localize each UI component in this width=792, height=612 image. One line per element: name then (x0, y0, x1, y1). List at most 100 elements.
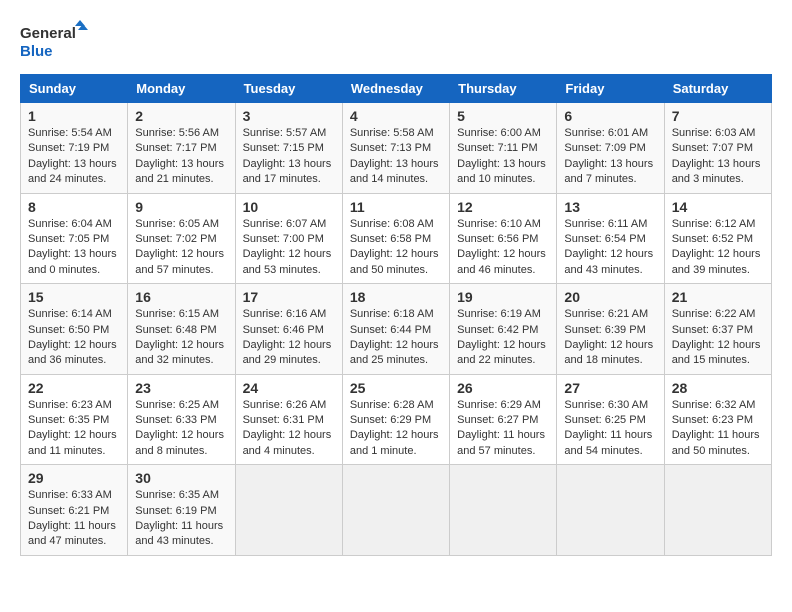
cell-text: Sunrise: 6:10 AM Sunset: 6:56 PM Dayligh… (457, 217, 549, 279)
day-number: 6 (564, 108, 656, 124)
day-number: 12 (457, 199, 549, 215)
day-number: 17 (243, 289, 335, 305)
cell-text: Sunrise: 6:12 AM Sunset: 6:52 PM Dayligh… (672, 217, 764, 279)
day-number: 5 (457, 108, 549, 124)
calendar-cell: 19 Sunrise: 6:19 AM Sunset: 6:42 PM Dayli… (450, 284, 557, 375)
calendar-cell: 14 Sunrise: 6:12 AM Sunset: 6:52 PM Dayli… (664, 193, 771, 284)
day-number: 30 (135, 470, 227, 486)
day-number: 8 (28, 199, 120, 215)
day-number: 15 (28, 289, 120, 305)
cell-text: Sunrise: 6:28 AM Sunset: 6:29 PM Dayligh… (350, 398, 442, 460)
calendar-week-row: 15 Sunrise: 6:14 AM Sunset: 6:50 PM Dayli… (21, 284, 772, 375)
cell-text: Sunrise: 6:03 AM Sunset: 7:07 PM Dayligh… (672, 126, 764, 188)
day-number: 11 (350, 199, 442, 215)
cell-text: Sunrise: 6:01 AM Sunset: 7:09 PM Dayligh… (564, 126, 656, 188)
col-header-wednesday: Wednesday (342, 75, 449, 103)
day-number: 24 (243, 380, 335, 396)
calendar-cell: 5 Sunrise: 6:00 AM Sunset: 7:11 PM Daylig… (450, 103, 557, 194)
calendar-cell: 7 Sunrise: 6:03 AM Sunset: 7:07 PM Daylig… (664, 103, 771, 194)
cell-text: Sunrise: 6:35 AM Sunset: 6:19 PM Dayligh… (135, 488, 227, 550)
cell-text: Sunrise: 5:58 AM Sunset: 7:13 PM Dayligh… (350, 126, 442, 188)
day-number: 23 (135, 380, 227, 396)
logo: General Blue (20, 20, 90, 64)
day-number: 7 (672, 108, 764, 124)
calendar-cell (342, 465, 449, 556)
svg-text:General: General (20, 25, 76, 42)
cell-text: Sunrise: 6:05 AM Sunset: 7:02 PM Dayligh… (135, 217, 227, 279)
cell-text: Sunrise: 6:07 AM Sunset: 7:00 PM Dayligh… (243, 217, 335, 279)
day-number: 1 (28, 108, 120, 124)
day-number: 9 (135, 199, 227, 215)
cell-text: Sunrise: 6:11 AM Sunset: 6:54 PM Dayligh… (564, 217, 656, 279)
col-header-monday: Monday (128, 75, 235, 103)
cell-text: Sunrise: 6:32 AM Sunset: 6:23 PM Dayligh… (672, 398, 764, 460)
logo-svg: General Blue (20, 20, 90, 64)
cell-text: Sunrise: 6:15 AM Sunset: 6:48 PM Dayligh… (135, 307, 227, 369)
calendar-cell: 21 Sunrise: 6:22 AM Sunset: 6:37 PM Dayli… (664, 284, 771, 375)
calendar-week-row: 1 Sunrise: 5:54 AM Sunset: 7:19 PM Daylig… (21, 103, 772, 194)
calendar-cell: 29Sunrise: 6:33 AM Sunset: 6:21 PM Dayli… (21, 465, 128, 556)
day-number: 22 (28, 380, 120, 396)
cell-text: Sunrise: 6:00 AM Sunset: 7:11 PM Dayligh… (457, 126, 549, 188)
calendar-cell: 24 Sunrise: 6:26 AM Sunset: 6:31 PM Dayli… (235, 374, 342, 465)
cell-text: Sunrise: 5:56 AM Sunset: 7:17 PM Dayligh… (135, 126, 227, 188)
day-number: 10 (243, 199, 335, 215)
cell-text: Sunrise: 6:16 AM Sunset: 6:46 PM Dayligh… (243, 307, 335, 369)
col-header-friday: Friday (557, 75, 664, 103)
day-number: 28 (672, 380, 764, 396)
day-number: 25 (350, 380, 442, 396)
calendar-cell: 9 Sunrise: 6:05 AM Sunset: 7:02 PM Daylig… (128, 193, 235, 284)
calendar-cell: 10 Sunrise: 6:07 AM Sunset: 7:00 PM Dayli… (235, 193, 342, 284)
day-number: 18 (350, 289, 442, 305)
day-number: 2 (135, 108, 227, 124)
day-number: 14 (672, 199, 764, 215)
calendar-week-row: 8Sunrise: 6:04 AM Sunset: 7:05 PM Daylig… (21, 193, 772, 284)
col-header-thursday: Thursday (450, 75, 557, 103)
cell-text: Sunrise: 6:18 AM Sunset: 6:44 PM Dayligh… (350, 307, 442, 369)
calendar-cell: 3Sunrise: 5:57 AM Sunset: 7:15 PM Daylig… (235, 103, 342, 194)
page-header: General Blue (20, 20, 772, 64)
cell-text: Sunrise: 6:29 AM Sunset: 6:27 PM Dayligh… (457, 398, 549, 460)
cell-text: Sunrise: 6:14 AM Sunset: 6:50 PM Dayligh… (28, 307, 120, 369)
calendar-cell: 27 Sunrise: 6:30 AM Sunset: 6:25 PM Dayli… (557, 374, 664, 465)
cell-text: Sunrise: 6:22 AM Sunset: 6:37 PM Dayligh… (672, 307, 764, 369)
cell-text: Sunrise: 6:30 AM Sunset: 6:25 PM Dayligh… (564, 398, 656, 460)
cell-text: Sunrise: 6:23 AM Sunset: 6:35 PM Dayligh… (28, 398, 120, 460)
day-number: 13 (564, 199, 656, 215)
calendar-cell: 18 Sunrise: 6:18 AM Sunset: 6:44 PM Dayli… (342, 284, 449, 375)
calendar-cell: 4 Sunrise: 5:58 AM Sunset: 7:13 PM Daylig… (342, 103, 449, 194)
cell-text: Sunrise: 6:25 AM Sunset: 6:33 PM Dayligh… (135, 398, 227, 460)
calendar-cell: 2 Sunrise: 5:56 AM Sunset: 7:17 PM Daylig… (128, 103, 235, 194)
col-header-saturday: Saturday (664, 75, 771, 103)
day-number: 26 (457, 380, 549, 396)
calendar-week-row: 29Sunrise: 6:33 AM Sunset: 6:21 PM Dayli… (21, 465, 772, 556)
cell-text: Sunrise: 6:26 AM Sunset: 6:31 PM Dayligh… (243, 398, 335, 460)
cell-text: Sunrise: 6:19 AM Sunset: 6:42 PM Dayligh… (457, 307, 549, 369)
calendar-table: SundayMondayTuesdayWednesdayThursdayFrid… (20, 74, 772, 556)
calendar-cell (664, 465, 771, 556)
calendar-cell: 8Sunrise: 6:04 AM Sunset: 7:05 PM Daylig… (21, 193, 128, 284)
cell-text: Sunrise: 6:21 AM Sunset: 6:39 PM Dayligh… (564, 307, 656, 369)
calendar-cell: 13 Sunrise: 6:11 AM Sunset: 6:54 PM Dayli… (557, 193, 664, 284)
calendar-cell (450, 465, 557, 556)
day-number: 16 (135, 289, 227, 305)
calendar-cell: 11Sunrise: 6:08 AM Sunset: 6:58 PM Dayli… (342, 193, 449, 284)
calendar-cell: 28 Sunrise: 6:32 AM Sunset: 6:23 PM Dayli… (664, 374, 771, 465)
day-number: 19 (457, 289, 549, 305)
calendar-cell (557, 465, 664, 556)
cell-text: Sunrise: 6:33 AM Sunset: 6:21 PM Dayligh… (28, 488, 120, 550)
calendar-cell: 12 Sunrise: 6:10 AM Sunset: 6:56 PM Dayli… (450, 193, 557, 284)
calendar-cell: 30 Sunrise: 6:35 AM Sunset: 6:19 PM Dayli… (128, 465, 235, 556)
col-header-tuesday: Tuesday (235, 75, 342, 103)
day-number: 4 (350, 108, 442, 124)
day-number: 21 (672, 289, 764, 305)
calendar-cell: 23 Sunrise: 6:25 AM Sunset: 6:33 PM Dayli… (128, 374, 235, 465)
calendar-cell: 20Sunrise: 6:21 AM Sunset: 6:39 PM Dayli… (557, 284, 664, 375)
svg-text:Blue: Blue (20, 43, 53, 60)
cell-text: Sunrise: 5:54 AM Sunset: 7:19 PM Dayligh… (28, 126, 120, 188)
day-number: 27 (564, 380, 656, 396)
calendar-cell: 15 Sunrise: 6:14 AM Sunset: 6:50 PM Dayli… (21, 284, 128, 375)
calendar-cell: 17 Sunrise: 6:16 AM Sunset: 6:46 PM Dayli… (235, 284, 342, 375)
calendar-cell (235, 465, 342, 556)
calendar-cell: 1 Sunrise: 5:54 AM Sunset: 7:19 PM Daylig… (21, 103, 128, 194)
